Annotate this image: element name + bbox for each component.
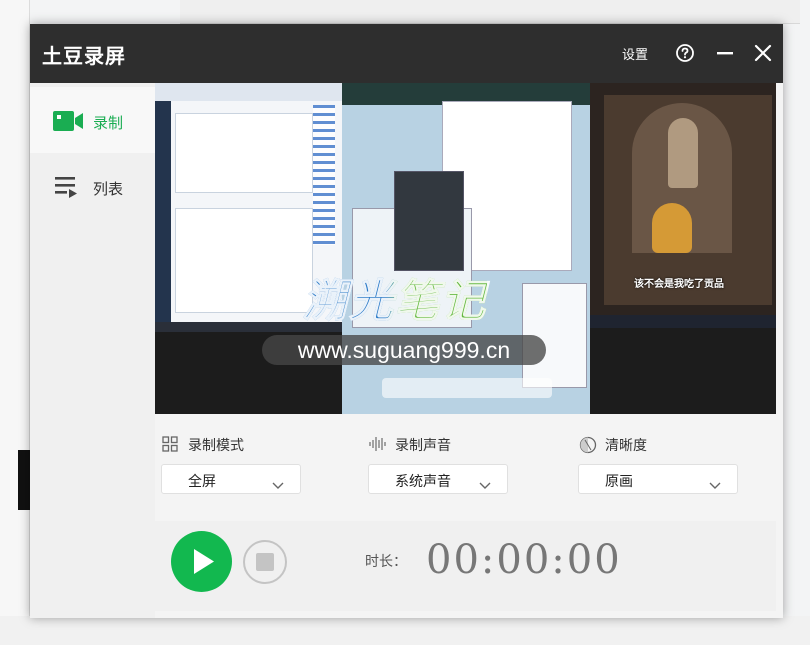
grid-icon (162, 436, 178, 452)
duration-label: 时长： (365, 554, 407, 570)
close-icon[interactable] (752, 42, 774, 64)
sidebar-item-record[interactable]: 录制 (30, 87, 155, 153)
app-window: 土豆录屏 设置 录制 列表 该不会是我吃了贡品 溯光笔记 www.suguang… (30, 24, 783, 618)
minimize-icon[interactable] (714, 42, 736, 64)
stop-record-button[interactable] (243, 540, 287, 584)
play-icon (194, 549, 214, 574)
sidebar-item-list[interactable]: 列表 (30, 153, 155, 219)
quality-value: 原画 (605, 474, 633, 490)
sound-wave-icon (369, 436, 386, 452)
record-audio-value: 系统声音 (395, 474, 451, 490)
record-mode-value: 全屏 (188, 474, 216, 490)
watermark-url: www.suguang999.cn (262, 335, 546, 365)
stop-icon (256, 553, 274, 571)
quality-select[interactable]: 原画 (578, 464, 738, 494)
background-dark-block (18, 450, 30, 510)
quality-label: 清晰度 (605, 438, 647, 454)
screen-preview: 该不会是我吃了贡品 溯光笔记 www.suguang999.cn (155, 83, 776, 414)
app-title: 土豆录屏 (42, 44, 126, 68)
watermark-logo: 溯光笔记 (303, 265, 487, 329)
duration-timer: 00:00:00 (426, 537, 622, 583)
title-bar[interactable]: 土豆录屏 设置 (30, 24, 783, 83)
record-controls: 时长： 00:00:00 (155, 521, 776, 611)
record-audio-group: 录制声音 系统声音 (365, 422, 545, 502)
background-window-left (0, 0, 30, 645)
chevron-down-icon (709, 475, 721, 489)
background-window-bottom (0, 616, 810, 645)
sidebar-item-label: 列表 (93, 180, 124, 198)
record-mode-group: 录制模式 全屏 (158, 422, 338, 502)
record-audio-select[interactable]: 系统声音 (368, 464, 508, 494)
chevron-down-icon (272, 475, 284, 489)
quality-group: 清晰度 原画 (575, 422, 755, 502)
record-mode-label: 录制模式 (188, 438, 244, 454)
preview-monitor-3: 该不会是我吃了贡品 (590, 83, 776, 328)
background-window-top (180, 0, 800, 24)
record-options: 录制模式 全屏 录制声音 系统声音 清晰度 原画 (155, 422, 776, 514)
settings-button[interactable]: 设置 (622, 44, 648, 63)
preview-subtitle: 该不会是我吃了贡品 (634, 279, 724, 290)
start-record-button[interactable] (171, 531, 232, 592)
record-mode-select[interactable]: 全屏 (161, 464, 301, 494)
list-icon (52, 175, 84, 199)
help-icon[interactable] (675, 43, 695, 63)
video-camera-icon (52, 109, 84, 133)
quality-circle-icon (579, 436, 597, 454)
chevron-down-icon (479, 475, 491, 489)
sidebar: 录制 列表 (30, 83, 155, 618)
record-audio-label: 录制声音 (395, 438, 451, 454)
sidebar-item-label: 录制 (93, 114, 124, 132)
